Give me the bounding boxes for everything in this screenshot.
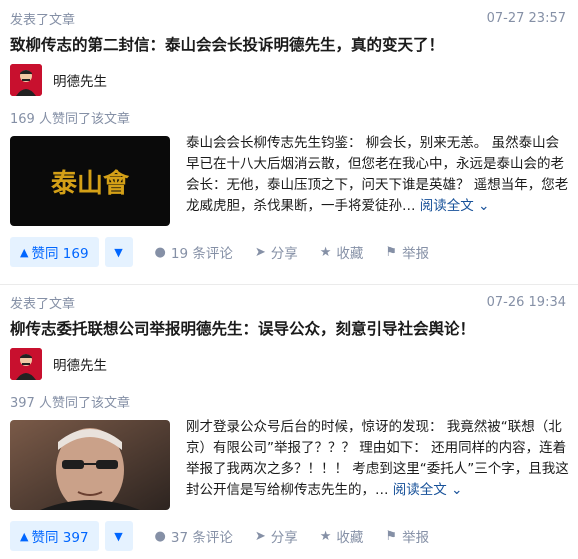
share-label: 分享 [270, 246, 298, 262]
comments-button[interactable]: ● 19 条评论 [154, 242, 233, 263]
read-more-link[interactable]: 阅读全文 ⌄ [420, 198, 490, 214]
activity-type: 发表了文章 [10, 12, 76, 28]
share-plane-icon: ➤ [254, 528, 266, 544]
comments-label: 19 条评论 [170, 246, 233, 262]
avatar[interactable] [10, 348, 42, 380]
comment-bubble-icon: ● [154, 528, 166, 544]
article-thumbnail[interactable]: 泰山會 [10, 136, 170, 226]
upvote-button[interactable]: ▲ 赞同 169 [10, 237, 99, 267]
downvote-button[interactable]: ▼ [104, 237, 133, 267]
report-label: 举报 [402, 530, 430, 546]
activity-feed: 发表了文章 07-27 23:57 致柳传志的第二封信：泰山会会长投诉明德先生，… [0, 0, 578, 559]
share-button[interactable]: ➤ 分享 [254, 242, 298, 263]
chevron-down-icon: ⌄ [478, 198, 490, 214]
report-button[interactable]: ⚑ 举报 [385, 242, 430, 263]
chevron-down-icon: ⌄ [451, 482, 463, 498]
read-more-label: 阅读全文 [419, 198, 474, 214]
collect-button[interactable]: ★ 收藏 [319, 526, 364, 547]
article-excerpt[interactable]: 刚才登录公众号后台的时候，惊讶的发现： 我竟然被“联想（北京）有限公司”举报了？… [186, 417, 570, 501]
article-excerpt[interactable]: 泰山会会长柳传志先生钧鉴： 柳会长，别来无恙。 虽然泰山会早已在十八大后烟消云散… [186, 133, 570, 217]
author-name[interactable]: 明德先生 [53, 354, 107, 374]
star-icon: ★ [319, 244, 332, 260]
activity-type: 发表了文章 [10, 296, 76, 312]
upvote-label: 赞同 397 [31, 530, 89, 546]
article-title[interactable]: 柳传志委托联想公司举报明德先生：误导公众，刻意引导社会舆论！ [10, 317, 475, 339]
vote-count-text: 397 人赞同了该文章 [10, 396, 130, 411]
star-icon: ★ [319, 528, 332, 544]
triangle-down-icon: ▼ [114, 245, 123, 259]
upvote-label: 赞同 169 [31, 246, 89, 262]
author-name[interactable]: 明德先生 [53, 70, 107, 90]
collect-button[interactable]: ★ 收藏 [319, 242, 364, 263]
timestamp: 07-27 23:57 [486, 10, 566, 26]
triangle-up-icon: ▲ [20, 245, 29, 259]
action-bar: ▲ 赞同 169 ▼ ● 19 条评论 ➤ 分享 ★ 收藏 ⚑ 举报 [10, 237, 429, 267]
thumbnail-text: 泰山會 [51, 168, 130, 199]
collect-label: 收藏 [336, 246, 364, 262]
feed-item-meta: 发表了文章 07-26 19:34 [10, 292, 566, 312]
share-label: 分享 [270, 530, 298, 546]
collect-label: 收藏 [336, 530, 364, 546]
excerpt-text: 泰山会会长柳传志先生钧鉴： 柳会长，别来无恙。 虽然泰山会早已在十八大后烟消云散… [186, 135, 569, 214]
author-info: 明德先生 [10, 64, 107, 96]
feed-item: 发表了文章 07-27 23:57 致柳传志的第二封信：泰山会会长投诉明德先生，… [0, 0, 578, 284]
share-button[interactable]: ➤ 分享 [254, 526, 298, 547]
vote-count-text: 169 人赞同了该文章 [10, 112, 130, 127]
upvote-button[interactable]: ▲ 赞同 397 [10, 521, 99, 551]
article-thumbnail[interactable] [10, 420, 170, 510]
triangle-up-icon: ▲ [20, 529, 29, 543]
read-more-link[interactable]: 阅读全文 ⌄ [393, 482, 463, 498]
feed-item: 发表了文章 07-26 19:34 柳传志委托联想公司举报明德先生：误导公众，刻… [0, 284, 578, 559]
share-plane-icon: ➤ [254, 244, 266, 260]
feed-item-meta: 发表了文章 07-27 23:57 [10, 8, 566, 28]
flag-icon: ⚑ [385, 528, 398, 544]
read-more-label: 阅读全文 [392, 482, 447, 498]
flag-icon: ⚑ [385, 244, 398, 260]
comment-bubble-icon: ● [154, 244, 166, 260]
excerpt-text: 刚才登录公众号后台的时候，惊讶的发现： 我竟然被“联想（北京）有限公司”举报了？… [186, 419, 569, 498]
avatar[interactable] [10, 64, 42, 96]
timestamp: 07-26 19:34 [486, 294, 566, 310]
report-button[interactable]: ⚑ 举报 [385, 526, 430, 547]
triangle-down-icon: ▼ [114, 529, 123, 543]
comments-label: 37 条评论 [170, 530, 233, 546]
downvote-button[interactable]: ▼ [104, 521, 133, 551]
article-title[interactable]: 致柳传志的第二封信：泰山会会长投诉明德先生，真的变天了！ [10, 33, 444, 55]
comments-button[interactable]: ● 37 条评论 [154, 526, 233, 547]
author-info: 明德先生 [10, 348, 107, 380]
action-bar: ▲ 赞同 397 ▼ ● 37 条评论 ➤ 分享 ★ 收藏 ⚑ 举报 [10, 521, 429, 551]
report-label: 举报 [402, 246, 430, 262]
